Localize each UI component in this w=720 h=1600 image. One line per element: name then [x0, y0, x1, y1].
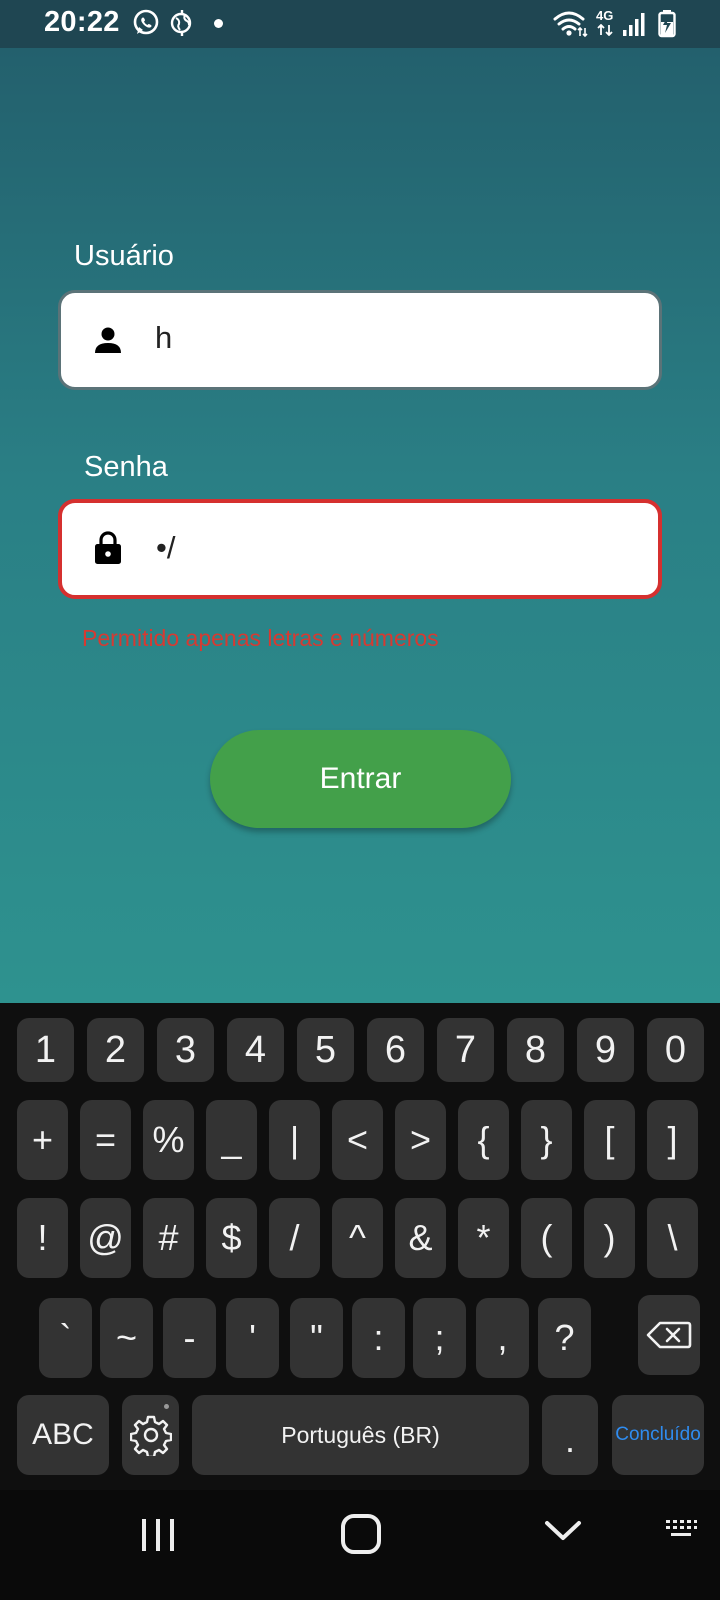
key-row2-6[interactable]: > — [395, 1100, 446, 1180]
recent-apps-icon[interactable] — [139, 1515, 177, 1555]
key-row3-6[interactable]: & — [395, 1198, 446, 1278]
password-input-value: •/ — [156, 530, 176, 565]
key-row4-0[interactable]: ` — [39, 1298, 92, 1378]
key-row1-4[interactable]: 5 — [297, 1018, 354, 1082]
key-row4-5[interactable]: : — [352, 1298, 405, 1378]
key-row3-0[interactable]: ! — [17, 1198, 68, 1278]
key-row4-7[interactable]: , — [476, 1298, 529, 1378]
password-input[interactable]: •/ — [58, 499, 662, 599]
space-key[interactable]: Português (BR) — [192, 1395, 529, 1475]
password-error-message: Permitido apenas letras e números — [82, 625, 439, 651]
key-row2-10[interactable]: ] — [647, 1100, 698, 1180]
key-row4-1[interactable]: ~ — [100, 1298, 153, 1378]
key-row4-4[interactable]: " — [290, 1298, 343, 1378]
key-row1-5[interactable]: 6 — [367, 1018, 424, 1082]
status-time: 20:22 — [44, 6, 120, 38]
password-label: Senha — [84, 451, 168, 483]
vpn-globe-icon — [170, 10, 192, 36]
key-row3-8[interactable]: ( — [521, 1198, 572, 1278]
key-row2-7[interactable]: { — [458, 1100, 509, 1180]
period-key[interactable]: . — [542, 1395, 598, 1475]
done-key[interactable]: Concluído — [612, 1395, 704, 1475]
lock-icon — [95, 531, 121, 564]
key-row3-2[interactable]: # — [143, 1198, 194, 1278]
status-bar: 20:22 4G — [0, 0, 720, 48]
key-row3-9[interactable]: ) — [584, 1198, 635, 1278]
login-button[interactable]: Entrar — [210, 730, 511, 828]
keyboard-switch-icon[interactable] — [664, 1518, 698, 1540]
key-row2-2[interactable]: % — [143, 1100, 194, 1180]
key-row4-3[interactable]: ' — [226, 1298, 279, 1378]
key-row1-9[interactable]: 0 — [647, 1018, 704, 1082]
key-row2-9[interactable]: [ — [584, 1100, 635, 1180]
key-row2-1[interactable]: = — [80, 1100, 131, 1180]
key-row4-2[interactable]: - — [163, 1298, 216, 1378]
key-row2-0[interactable]: + — [17, 1100, 68, 1180]
user-label: Usuário — [74, 240, 174, 272]
user-input-value: h — [155, 320, 173, 355]
key-row2-3[interactable]: _ — [206, 1100, 257, 1180]
network-type-label: 4G — [596, 8, 614, 23]
key-row2-8[interactable]: } — [521, 1100, 572, 1180]
key-row1-7[interactable]: 8 — [507, 1018, 564, 1082]
key-row3-1[interactable]: @ — [80, 1198, 131, 1278]
key-row1-0[interactable]: 1 — [17, 1018, 74, 1082]
gear-icon — [129, 1415, 172, 1456]
signal-icon — [623, 13, 645, 36]
navigation-bar — [0, 1490, 720, 1600]
key-row1-1[interactable]: 2 — [87, 1018, 144, 1082]
whatsapp-icon — [133, 9, 159, 35]
key-row4-6[interactable]: ; — [413, 1298, 466, 1378]
key-row3-3[interactable]: $ — [206, 1198, 257, 1278]
key-row3-4[interactable]: / — [269, 1198, 320, 1278]
key-row2-5[interactable]: < — [332, 1100, 383, 1180]
key-row1-6[interactable]: 7 — [437, 1018, 494, 1082]
abc-key[interactable]: ABC — [17, 1395, 109, 1475]
key-row1-2[interactable]: 3 — [157, 1018, 214, 1082]
home-icon[interactable] — [340, 1513, 382, 1555]
key-row4-8[interactable]: ? — [538, 1298, 591, 1378]
wifi-icon — [553, 11, 588, 38]
login-screen: Usuário h Senha •/ Permitido apenas letr… — [0, 48, 720, 1003]
backspace-icon — [646, 1321, 692, 1349]
battery-charging-icon — [658, 10, 676, 38]
key-row1-8[interactable]: 9 — [577, 1018, 634, 1082]
notification-dot — [214, 19, 223, 28]
user-input[interactable]: h — [58, 290, 662, 390]
key-row3-10[interactable]: \ — [647, 1198, 698, 1278]
person-icon — [95, 327, 121, 353]
back-icon[interactable] — [543, 1515, 583, 1545]
key-row3-5[interactable]: ^ — [332, 1198, 383, 1278]
symbol-keyboard: ABC Português (BR) . Concluído 123456789… — [0, 1003, 720, 1490]
settings-indicator-dot — [164, 1404, 169, 1409]
key-row1-3[interactable]: 4 — [227, 1018, 284, 1082]
backspace-key[interactable] — [638, 1295, 700, 1375]
key-row3-7[interactable]: * — [458, 1198, 509, 1278]
data-arrows-icon — [597, 24, 613, 36]
key-row2-4[interactable]: | — [269, 1100, 320, 1180]
settings-key[interactable] — [122, 1395, 179, 1475]
